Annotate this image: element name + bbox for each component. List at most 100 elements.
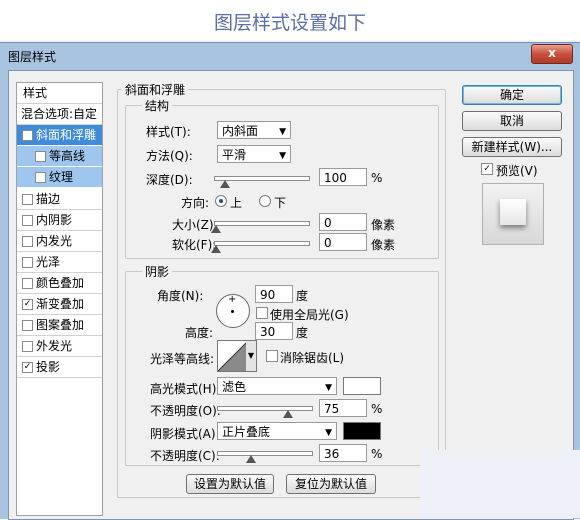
checkbox-icon[interactable] [22,341,33,352]
styles-header[interactable]: 样式 [17,83,102,103]
preview-label: 预览(V) [496,164,538,178]
make-default-button[interactable]: 设置为默认值 [186,474,274,494]
checkbox-icon[interactable] [22,257,33,268]
styles-list-panel: 样式 混合选项:自定 ✓ 斜面和浮雕 等高线 纹理 描边 内阴影 内发光 光泽 颜… [16,82,103,516]
reset-default-button[interactable]: 复位为默认值 [286,474,376,494]
checkbox-icon[interactable]: ✓ [22,299,33,310]
gloss-contour-preview[interactable] [217,340,249,372]
soften-input[interactable]: 0 [319,233,367,251]
checkbox-icon[interactable] [22,194,33,205]
global-light-label: 使用全局光(G) [270,308,349,322]
preview-swatch [500,199,526,225]
size-input[interactable]: 0 [319,213,367,231]
direction-up-radio[interactable] [215,195,227,207]
direction-down-label: 下 [274,196,287,210]
technique-label: 方法(Q): [146,149,193,163]
direction-up-label: 上 [230,196,243,210]
highlight-opacity-label: 不透明度(O): [150,404,221,418]
style-item-gradient-overlay[interactable]: ✓ 渐变叠加 [17,294,102,314]
close-icon: x [548,46,556,60]
style-item-drop-shadow[interactable]: ✓ 投影 [17,357,102,377]
checkbox-icon[interactable] [22,278,33,289]
highlight-mode-label: 高光模式(H): [150,382,221,396]
angle-unit: 度 [296,289,309,303]
soften-unit: 像素 [371,238,396,252]
highlight-color-swatch[interactable] [343,377,381,395]
soften-label: 软化(F): [172,238,217,252]
style-item-inner-glow[interactable]: 内发光 [17,231,102,251]
dialog-title: 图层样式 [8,50,57,64]
altitude-label: 高度: [185,326,214,340]
new-style-button[interactable]: 新建样式(W)... [462,137,562,157]
soften-slider-track[interactable] [214,241,310,246]
style-item-color-overlay[interactable]: 颜色叠加 [17,273,102,293]
altitude-unit: 度 [296,326,309,340]
style-item-pattern-overlay[interactable]: 图案叠加 [17,315,102,335]
dropdown-arrow-icon: ▼ [325,383,332,393]
style-item-bevel-emboss[interactable]: ✓ 斜面和浮雕 [17,125,102,145]
anti-alias-label: 消除锯齿(L) [280,351,345,365]
style-item-inner-shadow[interactable]: 内阴影 [17,210,102,230]
checkbox-icon[interactable]: ✓ [22,130,33,141]
shading-title: 阴影 [142,263,173,280]
style-item-satin[interactable]: 光泽 [17,252,102,272]
depth-input[interactable]: 100 [319,168,367,186]
close-button[interactable]: x [531,44,573,64]
highlight-mode-select[interactable]: 滤色 ▼ [217,377,337,395]
style-item-outer-glow[interactable]: 外发光 [17,336,102,356]
tutorial-heading: 图层样式设置如下 [0,0,580,40]
angle-dot [231,310,234,313]
global-light-checkbox[interactable] [256,307,268,319]
highlight-opacity-thumb[interactable] [282,410,293,418]
shadow-color-swatch[interactable] [343,422,381,440]
shadow-mode-select[interactable]: 正片叠底 ▼ [217,422,337,440]
gloss-contour-label: 光泽等高线: [150,352,215,366]
ok-button[interactable]: 确定 [462,85,562,105]
checkbox-icon[interactable] [22,236,33,247]
preview-checkbox[interactable]: ✓ [481,163,493,175]
depth-unit: % [371,171,383,185]
style-item-texture[interactable]: 纹理 [17,167,102,187]
bevel-emboss-title: 斜面和浮雕 [122,81,189,98]
highlight-opacity-track[interactable] [217,406,313,411]
cancel-button[interactable]: 取消 [462,111,562,131]
highlight-opacity-input[interactable]: 75 [319,399,367,417]
style-preview-box [482,183,544,245]
shadow-opacity-track[interactable] [217,451,313,456]
size-slider-track[interactable] [214,221,310,226]
style-label: 样式(T): [146,125,191,139]
checkbox-icon[interactable] [35,172,46,183]
blend-options-item[interactable]: 混合选项:自定 [17,104,102,124]
anti-alias-checkbox[interactable] [266,350,278,362]
direction-down-radio[interactable] [259,195,271,207]
style-item-contour[interactable]: 等高线 [17,146,102,166]
angle-input[interactable]: 90 [255,285,293,303]
checkbox-icon[interactable] [22,215,33,226]
dropdown-arrow-icon: ▼ [325,428,332,438]
style-item-stroke[interactable]: 描边 [17,189,102,209]
contour-curve-icon [218,341,248,371]
size-slider-thumb[interactable] [211,225,221,233]
dropdown-arrow-icon: ▼ [279,151,286,161]
structure-title: 结构 [142,97,173,114]
depth-slider-thumb[interactable] [220,180,230,188]
contour-dropdown-arrow-icon[interactable]: ▼ [246,340,257,372]
shadow-mode-label: 阴影模式(A): [150,427,220,441]
checkbox-icon[interactable] [22,320,33,331]
altitude-input[interactable]: 30 [255,322,293,340]
checkbox-icon[interactable]: ✓ [22,362,33,373]
direction-label: 方向: [181,196,210,210]
shadow-opacity-unit: % [371,447,383,461]
dropdown-arrow-icon: ▼ [279,127,286,137]
shadow-opacity-input[interactable]: 36 [319,444,367,462]
soften-slider-thumb[interactable] [211,245,221,253]
highlight-opacity-unit: % [371,402,383,416]
technique-select[interactable]: 平滑 ▼ [217,145,291,163]
size-unit: 像素 [371,218,396,232]
angle-label: 角度(N): [157,289,204,303]
shadow-opacity-thumb[interactable] [245,455,256,463]
watermark-area [420,450,580,518]
checkbox-icon[interactable] [35,151,46,162]
shadow-opacity-label: 不透明度(C): [150,449,220,463]
style-select[interactable]: 内斜面 ▼ [217,121,291,139]
